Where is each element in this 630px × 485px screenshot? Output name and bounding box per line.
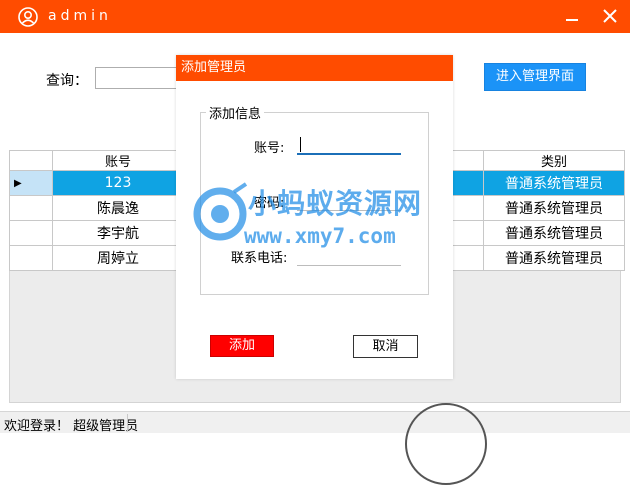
close-icon bbox=[603, 9, 617, 23]
row-indicator-icon: ▶ bbox=[9, 170, 53, 196]
cell-account[interactable]: 陈晨逸 bbox=[52, 195, 184, 221]
bottom-circle-decoration bbox=[405, 403, 487, 485]
watermark: 小蚂蚁资源网 www.xmy7.com bbox=[190, 180, 450, 255]
cell-category[interactable]: 普通系统管理员 bbox=[483, 195, 625, 221]
column-header-account[interactable]: 账号 bbox=[52, 150, 184, 171]
query-input[interactable] bbox=[95, 67, 181, 89]
status-separator bbox=[127, 414, 128, 432]
cell-account[interactable]: 李宇航 bbox=[52, 220, 184, 246]
close-button[interactable] bbox=[598, 5, 622, 27]
cell-account[interactable]: 123 bbox=[52, 170, 184, 196]
title-bar: admin bbox=[0, 0, 630, 33]
row-header bbox=[9, 220, 53, 246]
group-title: 添加信息 bbox=[206, 103, 265, 122]
minimize-button[interactable] bbox=[560, 6, 584, 28]
account-label: 账号: bbox=[254, 141, 285, 156]
dialog-title[interactable]: 添加管理员 bbox=[176, 55, 453, 81]
status-bar: 欢迎登录！ 超级管理员 bbox=[0, 411, 630, 434]
row-header bbox=[9, 195, 53, 221]
column-header-category[interactable]: 类别 bbox=[483, 150, 625, 171]
account-input[interactable] bbox=[297, 135, 401, 155]
add-button[interactable]: 添加 bbox=[210, 335, 274, 357]
window-title: admin bbox=[48, 8, 112, 24]
cell-category[interactable]: 普通系统管理员 bbox=[483, 170, 625, 196]
cell-account[interactable]: 周婷立 bbox=[52, 245, 184, 271]
status-text: 欢迎登录！ 超级管理员 bbox=[4, 419, 139, 434]
ant-logo-icon bbox=[193, 182, 248, 241]
text-caret bbox=[300, 137, 301, 152]
watermark-main-text: 小蚂蚁资源网 bbox=[248, 187, 423, 220]
grid-corner-cell bbox=[9, 150, 53, 171]
cancel-button[interactable]: 取消 bbox=[353, 335, 418, 358]
user-circle-icon bbox=[18, 7, 38, 27]
watermark-url-text: www.xmy7.com bbox=[244, 224, 396, 248]
row-header bbox=[9, 245, 53, 271]
cell-category[interactable]: 普通系统管理员 bbox=[483, 220, 625, 246]
cell-category[interactable]: 普通系统管理员 bbox=[483, 245, 625, 271]
manage-button[interactable]: 进入管理界面 bbox=[484, 63, 586, 91]
query-label: 查询： bbox=[46, 73, 88, 89]
